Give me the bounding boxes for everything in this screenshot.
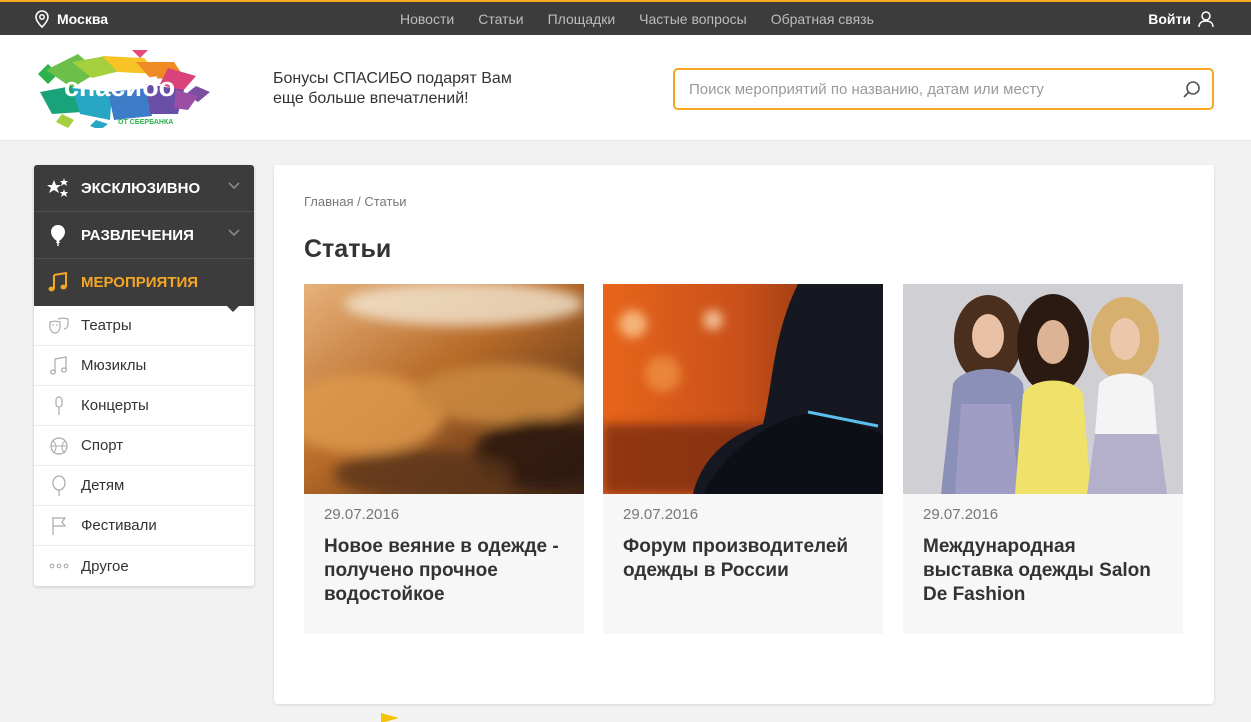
nav-feedback[interactable]: Обратная связь xyxy=(771,11,874,27)
ball-icon xyxy=(48,435,70,457)
article-image[interactable] xyxy=(304,284,584,494)
tagline-line-1: Бонусы СПАСИБО подарят Вам xyxy=(273,70,512,87)
breadcrumb: Главная / Статьи xyxy=(304,194,407,209)
breadcrumb-current: Статьи xyxy=(364,194,407,209)
sidebar-item-kids[interactable]: Детям xyxy=(34,466,254,506)
sidebar-item-label: Спорт xyxy=(81,437,124,454)
dots-icon xyxy=(48,555,70,577)
decorative-arrow xyxy=(381,713,399,722)
chevron-down-icon xyxy=(228,229,240,237)
article-title[interactable]: Международная выставка одежды Salon De F… xyxy=(923,535,1168,607)
breadcrumb-separator: / xyxy=(357,194,361,209)
microphone-icon xyxy=(48,395,70,417)
search-icon[interactable] xyxy=(1182,80,1202,100)
sidebar-item-label: Мюзиклы xyxy=(81,357,147,374)
chevron-down-icon xyxy=(228,182,240,190)
category-entertainment[interactable]: РАЗВЛЕЧЕНИЯ xyxy=(34,212,254,259)
login-button[interactable]: Войти xyxy=(1148,2,1215,35)
sidebar-item-theaters[interactable]: Театры xyxy=(34,306,254,346)
top-bar: Москва Новости Статьи Площадки Частые во… xyxy=(0,0,1251,35)
sidebar-item-sport[interactable]: Спорт xyxy=(34,426,254,466)
sidebar-item-label: Концерты xyxy=(81,397,149,414)
search-box xyxy=(673,68,1214,110)
article-date: 29.07.2016 xyxy=(324,506,400,523)
nav-faq[interactable]: Частые вопросы xyxy=(639,11,747,27)
theater-masks-icon xyxy=(48,315,70,337)
sidebar-item-musicals[interactable]: Мюзиклы xyxy=(34,346,254,386)
category-sidebar: ЭКСКЛЮЗИВНО РАЗВЛЕЧЕНИЯ МЕРОПРИЯТИЯ Теат… xyxy=(34,165,254,586)
city-selector[interactable]: Москва xyxy=(34,2,108,35)
location-pin-icon xyxy=(35,9,49,28)
music-note-icon xyxy=(48,355,70,377)
sidebar-item-other[interactable]: Другое xyxy=(34,546,254,586)
top-nav: Новости Статьи Площадки Частые вопросы О… xyxy=(400,2,898,35)
article-card[interactable]: 29.07.2016 Форум производителей одежды в… xyxy=(603,284,883,634)
article-card[interactable]: 29.07.2016 Новое веяние в одежде - получ… xyxy=(304,284,584,634)
site-header: спасибо ОТ СБЕРБАНКА Бонусы СПАСИБО пода… xyxy=(0,35,1251,141)
category-events[interactable]: МЕРОПРИЯТИЯ xyxy=(34,259,254,312)
user-icon xyxy=(1198,10,1214,27)
main-content: Главная / Статьи Статьи 29.07.2016 Новое… xyxy=(274,165,1214,704)
nav-news[interactable]: Новости xyxy=(400,11,454,27)
category-label: ЭКСКЛЮЗИВНО xyxy=(81,179,201,197)
search-input[interactable] xyxy=(689,70,1169,108)
breadcrumb-home[interactable]: Главная xyxy=(304,194,353,209)
header-tagline: Бонусы СПАСИБО подарят Вам еще больше вп… xyxy=(273,69,512,109)
music-note-icon xyxy=(46,271,70,295)
article-title[interactable]: Форум производителей одежды в России xyxy=(623,535,868,583)
balloon-icon xyxy=(48,474,70,497)
category-label: РАЗВЛЕЧЕНИЯ xyxy=(81,226,194,244)
article-title[interactable]: Новое веяние в одежде - получено прочное… xyxy=(324,535,569,607)
sidebar-item-festivals[interactable]: Фестивали xyxy=(34,506,254,546)
sidebar-item-label: Детям xyxy=(81,477,125,494)
tagline-line-2: еще больше впечатлений! xyxy=(273,90,469,107)
sidebar-item-label: Фестивали xyxy=(81,517,157,534)
login-label: Войти xyxy=(1148,10,1191,27)
category-exclusive[interactable]: ЭКСКЛЮЗИВНО xyxy=(34,165,254,212)
stars-icon xyxy=(46,176,70,200)
article-image[interactable] xyxy=(603,284,883,494)
flag-icon xyxy=(48,515,70,537)
city-label: Москва xyxy=(57,10,109,27)
article-date: 29.07.2016 xyxy=(923,506,999,523)
sidebar-item-label: Театры xyxy=(81,317,132,334)
balloon-icon xyxy=(46,223,70,247)
logo-subtext: ОТ СБЕРБАНКА xyxy=(118,119,173,126)
article-image[interactable] xyxy=(903,284,1183,494)
nav-articles[interactable]: Статьи xyxy=(478,11,523,27)
sidebar-item-label: Другое xyxy=(81,557,129,575)
sidebar-item-concerts[interactable]: Концерты xyxy=(34,386,254,426)
page-title: Статьи xyxy=(304,235,392,263)
article-date: 29.07.2016 xyxy=(623,506,699,523)
category-label: МЕРОПРИЯТИЯ xyxy=(81,274,199,291)
article-card[interactable]: 29.07.2016 Международная выставка одежды… xyxy=(903,284,1183,634)
spasibo-logo[interactable]: спасибо ОТ СБЕРБАНКА xyxy=(32,48,214,138)
logo-text: спасибо xyxy=(64,72,175,102)
nav-venues[interactable]: Площадки xyxy=(548,11,616,27)
